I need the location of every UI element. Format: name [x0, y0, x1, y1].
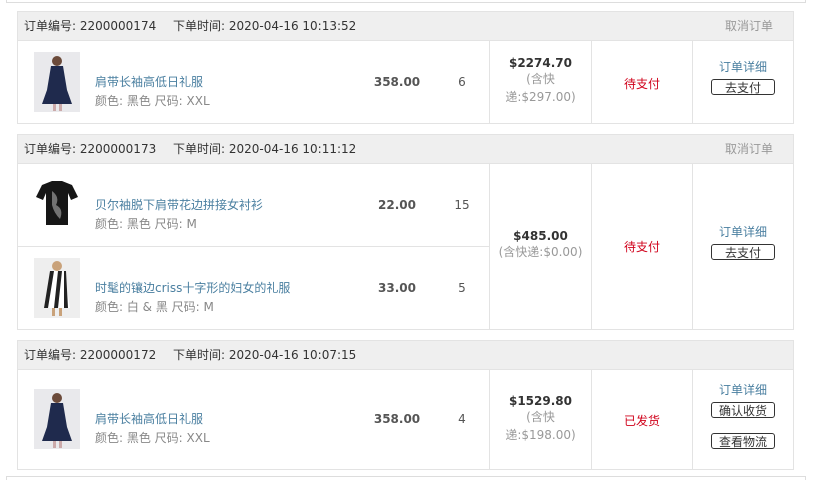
order-status-cell: 待支付 — [591, 41, 692, 124]
order-item: 肩带长袖高低日礼服 颜色: 黑色 尺码: XXL 358.00 6 — [18, 41, 489, 124]
order-time: 下单时间: 2020-04-16 10:07:15 — [173, 348, 357, 362]
order-body: 肩带长袖高低日礼服 颜色: 黑色 尺码: XXL 358.00 4 $1529.… — [18, 370, 793, 470]
product-attributes: 颜色: 黑色 尺码: XXL — [95, 94, 210, 108]
order-detail-link[interactable]: 订单详细 — [693, 381, 793, 398]
shipping-fee: (含快 递:$198.00) — [505, 410, 576, 442]
product-quantity: 15 — [454, 198, 470, 212]
product-image[interactable] — [34, 389, 80, 449]
cancel-order-link[interactable]: 取消订单 — [725, 12, 773, 40]
product-price: 33.00 — [378, 281, 416, 295]
order-card: 订单编号: 2200000173 下单时间: 2020-04-16 10:11:… — [17, 134, 794, 330]
confirm-receipt-button[interactable]: 确认收货 — [711, 402, 775, 418]
order-detail-link[interactable]: 订单详细 — [693, 223, 793, 240]
order-number: 订单编号: 2200000172 — [24, 348, 157, 362]
order-number: 订单编号: 2200000174 — [24, 19, 157, 33]
order-status-cell: 已发货 — [591, 370, 692, 470]
product-name-link[interactable]: 贝尔袖脱下肩带花边拼接女衬衫 — [95, 196, 263, 213]
order-time: 下单时间: 2020-04-16 10:11:12 — [173, 142, 357, 156]
order-body: 贝尔袖脱下肩带花边拼接女衬衫 颜色: 黑色 尺码: M 22.00 15 时髦的… — [18, 164, 793, 330]
shipping-fee: (含快递:$0.00) — [498, 245, 583, 259]
product-price: 358.00 — [373, 412, 421, 426]
product-price: 358.00 — [373, 75, 421, 89]
product-image[interactable] — [34, 175, 80, 235]
shipping-fee: (含快 递:$297.00) — [505, 72, 576, 104]
order-time: 下单时间: 2020-04-16 10:13:52 — [173, 19, 357, 33]
order-status: 待支付 — [623, 240, 660, 254]
order-header: 订单编号: 2200000172 下单时间: 2020-04-16 10:07:… — [18, 341, 793, 370]
product-attributes: 颜色: 白 & 黑 尺码: M — [95, 300, 214, 314]
product-image[interactable] — [34, 258, 80, 318]
product-quantity: 4 — [458, 412, 466, 426]
order-total: $1529.80 — [508, 394, 572, 408]
order-total: $2274.70 — [508, 56, 572, 70]
order-header: 订单编号: 2200000173 下单时间: 2020-04-16 10:11:… — [18, 135, 793, 164]
order-item: 贝尔袖脱下肩带花边拼接女衬衫 颜色: 黑色 尺码: M 22.00 15 — [18, 164, 489, 247]
cancel-order-link[interactable]: 取消订单 — [725, 135, 773, 163]
product-name-link[interactable]: 肩带长袖高低日礼服 — [95, 410, 203, 427]
product-quantity: 6 — [458, 75, 466, 89]
next-order-frame — [6, 476, 806, 480]
pay-button[interactable]: 去支付 — [711, 244, 775, 260]
product-attributes: 颜色: 黑色 尺码: M — [95, 217, 197, 231]
order-total: $485.00 — [513, 229, 568, 243]
order-number: 订单编号: 2200000173 — [24, 142, 157, 156]
product-name-link[interactable]: 肩带长袖高低日礼服 — [95, 73, 203, 90]
order-actions-cell: 订单详细 确认收货 查看物流 — [692, 370, 793, 470]
product-quantity: 5 — [458, 281, 466, 295]
order-status: 已发货 — [623, 414, 660, 428]
product-name-link[interactable]: 时髦的镶边criss十字形的妇女的礼服 — [95, 279, 290, 296]
order-body: 肩带长袖高低日礼服 颜色: 黑色 尺码: XXL 358.00 6 $2274.… — [18, 41, 793, 124]
order-total-cell: $485.00 (含快递:$0.00) — [489, 164, 591, 330]
view-logistics-button[interactable]: 查看物流 — [711, 433, 775, 449]
order-actions-cell: 订单详细 去支付 — [692, 41, 793, 124]
order-status-cell: 待支付 — [591, 164, 692, 330]
order-total-cell: $2274.70 (含快 递:$297.00) — [489, 41, 591, 124]
order-actions-cell: 订单详细 去支付 — [692, 164, 793, 330]
order-card: 订单编号: 2200000174 下单时间: 2020-04-16 10:13:… — [17, 11, 794, 124]
product-price: 22.00 — [378, 198, 416, 212]
order-card: 订单编号: 2200000172 下单时间: 2020-04-16 10:07:… — [17, 340, 794, 470]
product-image[interactable] — [34, 52, 80, 112]
order-detail-link[interactable]: 订单详细 — [693, 58, 793, 75]
order-status: 待支付 — [623, 77, 660, 91]
product-attributes: 颜色: 黑色 尺码: XXL — [95, 431, 210, 445]
pay-button[interactable]: 去支付 — [711, 79, 775, 95]
order-item: 时髦的镶边criss十字形的妇女的礼服 颜色: 白 & 黑 尺码: M 33.0… — [18, 247, 489, 330]
order-item: 肩带长袖高低日礼服 颜色: 黑色 尺码: XXL 358.00 4 — [18, 370, 489, 470]
order-header: 订单编号: 2200000174 下单时间: 2020-04-16 10:13:… — [18, 12, 793, 41]
order-total-cell: $1529.80 (含快 递:$198.00) — [489, 370, 591, 470]
previous-order-frame — [6, 0, 806, 3]
